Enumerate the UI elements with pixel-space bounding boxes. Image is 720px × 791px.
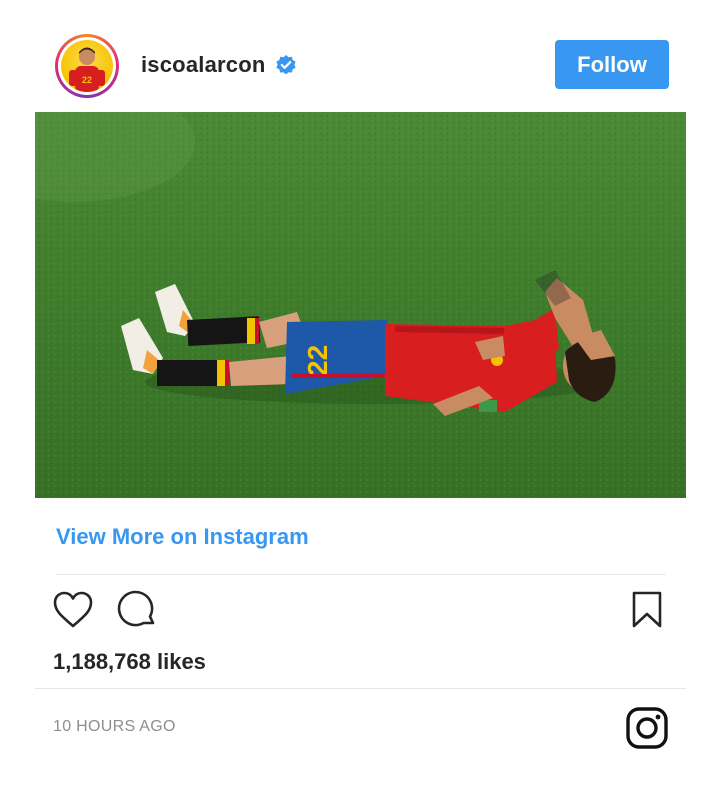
- follow-button[interactable]: Follow: [555, 40, 669, 89]
- heart-icon[interactable]: [52, 590, 94, 630]
- avatar[interactable]: 22: [55, 34, 119, 98]
- post-header: 22 iscoalarcon Follow: [0, 0, 720, 112]
- post-photo[interactable]: 22: [35, 112, 686, 498]
- divider: [35, 688, 686, 689]
- likes-count[interactable]: 1,188,768 likes: [53, 649, 206, 675]
- comment-icon[interactable]: [117, 590, 157, 630]
- avatar-image: 22: [61, 40, 113, 92]
- jersey-number: 22: [302, 345, 333, 376]
- post-timestamp: 10 HOURS AGO: [53, 718, 176, 735]
- avatar-jersey-number: 22: [82, 75, 92, 85]
- divider: [56, 574, 666, 575]
- username[interactable]: iscoalarcon: [141, 52, 265, 78]
- view-more-link[interactable]: View More on Instagram: [56, 524, 309, 550]
- bookmark-icon[interactable]: [631, 591, 663, 629]
- instagram-logo-icon[interactable]: [625, 706, 669, 750]
- verified-badge-icon: [275, 54, 297, 76]
